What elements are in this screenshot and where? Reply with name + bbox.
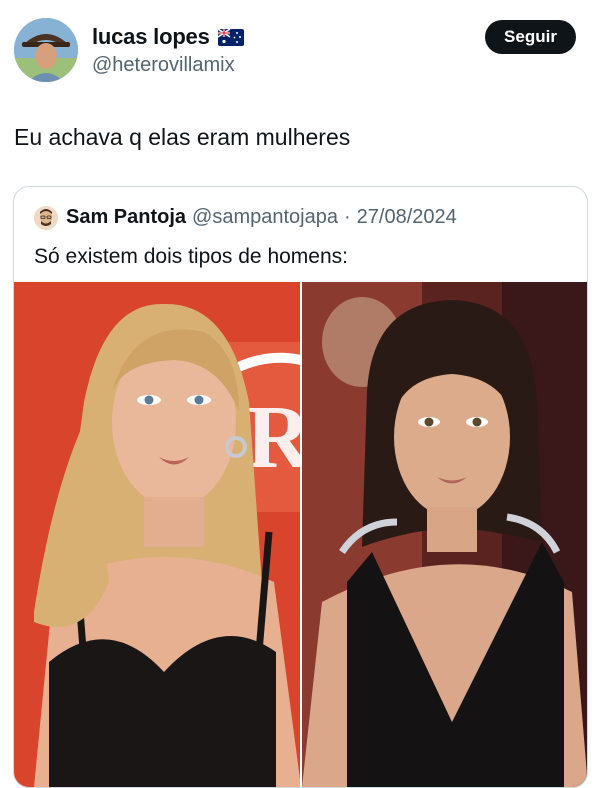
follow-button[interactable]: Seguir bbox=[485, 20, 576, 54]
quoted-date[interactable]: 27/08/2024 bbox=[357, 206, 457, 229]
separator-dot: · bbox=[344, 206, 351, 228]
quoted-photos: R bbox=[14, 282, 587, 787]
quoted-author-name[interactable]: Sam Pantoja bbox=[66, 206, 186, 229]
quoted-header: Sam Pantoja @sampantojapa · 27/08/2024 bbox=[66, 206, 457, 229]
photo-blonde-woman[interactable]: R bbox=[14, 282, 300, 787]
svg-text:R: R bbox=[246, 388, 300, 487]
author-name[interactable]: lucas lopes bbox=[92, 24, 210, 50]
photo-brunette-woman[interactable] bbox=[300, 282, 587, 787]
quoted-author-avatar[interactable] bbox=[34, 206, 58, 230]
quoted-tweet[interactable]: Sam Pantoja @sampantojapa · 27/08/2024 S… bbox=[13, 186, 588, 788]
author-handle[interactable]: @heterovillamix bbox=[92, 54, 235, 77]
quoted-author-handle[interactable]: @sampantojapa bbox=[192, 206, 338, 229]
author-avatar[interactable] bbox=[14, 18, 78, 82]
tweet-text: Eu achava q elas eram mulheres bbox=[14, 124, 351, 150]
author-name-row: lucas lopes bbox=[92, 24, 244, 50]
quoted-text: Só existem dois tipos de homens: bbox=[34, 245, 348, 268]
australia-flag-icon bbox=[217, 27, 244, 46]
